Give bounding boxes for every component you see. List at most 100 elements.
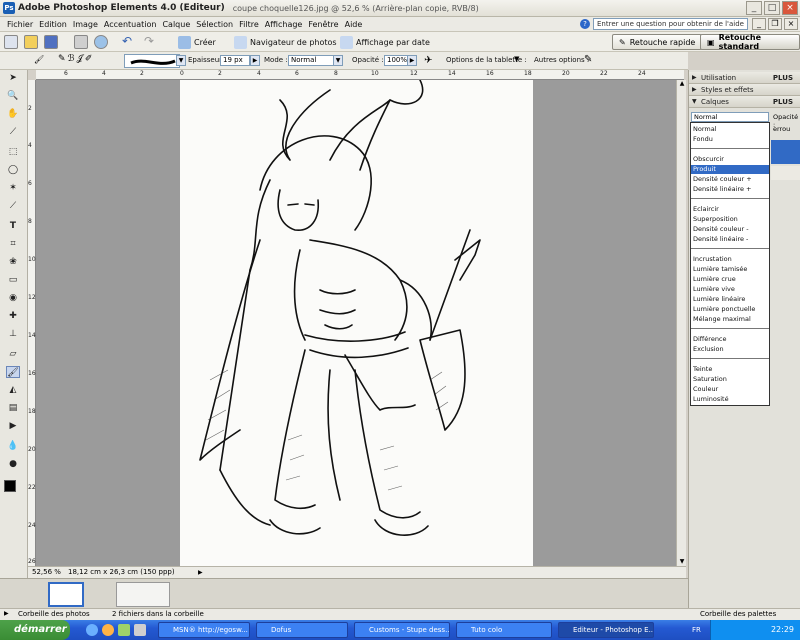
magic-wand-icon[interactable]: ✶ [6, 182, 20, 194]
maximize-button[interactable]: □ [764, 1, 780, 15]
blend-option[interactable]: Densité linéaire - [693, 235, 748, 244]
menu-affichage[interactable]: Affichage [262, 20, 306, 29]
utilisation-palette-header[interactable]: ▶ Utilisation PLUS [689, 72, 800, 84]
gradient-tool-icon[interactable]: ▤ [6, 402, 20, 414]
brush-tool-icon[interactable]: 🖌 [34, 55, 46, 67]
thickness-input[interactable]: 19 px [220, 55, 250, 66]
help-search-input[interactable]: Entrer une question pour obtenir de l'ai… [593, 18, 748, 30]
blend-option[interactable]: Lumière tamisée [693, 265, 747, 274]
blur-tool-icon[interactable]: 💧 [6, 440, 20, 452]
opacity-input[interactable]: 100% [384, 55, 408, 66]
blend-option[interactable]: Incrustation [693, 255, 732, 264]
open-folder-icon[interactable] [24, 35, 38, 49]
blend-option[interactable]: Différence [693, 335, 727, 344]
sponge-tool-icon[interactable]: ● [6, 458, 20, 470]
redo-icon[interactable]: ↷ [144, 35, 158, 49]
close-button[interactable]: × [782, 1, 798, 15]
menu-selection[interactable]: Sélection [193, 20, 236, 29]
share-icon[interactable] [94, 35, 108, 49]
blend-option[interactable]: Mélange maximal [693, 315, 751, 324]
expand-bin-icon[interactable]: ▶ [4, 610, 9, 617]
doc-minimize-button[interactable]: _ [752, 18, 766, 30]
type-tool-icon[interactable]: T [6, 220, 20, 232]
lasso-tool-icon[interactable]: ◯ [6, 164, 20, 176]
marquee-tool-icon[interactable]: ⬚ [6, 146, 20, 158]
mode-select[interactable]: Normal [288, 55, 334, 66]
blend-option[interactable]: Normal [693, 125, 717, 134]
blend-option[interactable]: Eclaircir [693, 205, 719, 214]
blend-option[interactable]: Densité linéaire + [693, 185, 752, 194]
more-button[interactable]: PLUS [773, 96, 793, 108]
blend-mode-select[interactable]: Normal [691, 112, 769, 122]
cookie-cutter-icon[interactable]: ❀ [6, 256, 20, 268]
blend-option[interactable]: Saturation [693, 375, 727, 384]
print-icon[interactable] [74, 35, 88, 49]
clone-stamp-icon[interactable]: ⊥ [6, 328, 20, 340]
blend-option[interactable]: Lumière ponctuelle [693, 305, 755, 314]
quicklaunch-msn-icon[interactable] [118, 624, 130, 636]
brush-tool-selected-icon[interactable]: 🖌 [6, 366, 20, 378]
scroll-down-arrow[interactable]: ▼ [678, 558, 686, 566]
photo-thumbnail[interactable] [116, 582, 170, 607]
blend-option[interactable]: Lumière vive [693, 285, 735, 294]
language-indicator[interactable]: FR [692, 626, 701, 634]
task-msn[interactable]: MSN® http://egosw... [158, 622, 250, 638]
healing-brush-icon[interactable]: ✚ [6, 310, 20, 322]
undo-icon[interactable]: ↶ [122, 35, 136, 49]
mode-dropdown[interactable]: ▼ [333, 55, 343, 66]
eraser-tool-icon[interactable]: ▱ [6, 348, 20, 360]
menu-aide[interactable]: Aide [342, 20, 366, 29]
brush-preset-dropdown[interactable]: ▼ [176, 55, 186, 66]
palette-bin-label[interactable]: Corbeille des palettes [700, 610, 776, 618]
blend-option[interactable]: Luminosité [693, 395, 729, 404]
blend-option-selected[interactable]: Produit [691, 165, 769, 174]
paint-bucket-icon[interactable]: ◭ [6, 384, 20, 396]
blend-option[interactable]: Densité couleur - [693, 225, 749, 234]
blend-option[interactable]: Couleur [693, 385, 718, 394]
task-tuto-colo[interactable]: Tuto colo [456, 622, 552, 638]
menu-fenetre[interactable]: Fenêtre [305, 20, 341, 29]
document-canvas[interactable] [180, 80, 533, 566]
eyedropper-icon[interactable]: ⟋ [6, 126, 20, 138]
photo-bin-label[interactable]: Corbeille des photos [18, 610, 90, 618]
task-photoshop[interactable]: Editeur - Photoshop E... [558, 622, 654, 638]
date-view-button[interactable]: Affichage par date [340, 34, 430, 50]
create-button[interactable]: Créer [178, 34, 216, 50]
blend-option[interactable]: Obscurcir [693, 155, 724, 164]
task-dofus[interactable]: Dofus [256, 622, 348, 638]
menu-edition[interactable]: Edition [36, 20, 70, 29]
airbrush-icon[interactable]: ✈ [424, 55, 432, 66]
menu-filtre[interactable]: Filtre [236, 20, 262, 29]
thickness-dropdown[interactable]: ▶ [250, 55, 260, 66]
blend-option[interactable]: Fondu [693, 135, 713, 144]
opacity-dropdown[interactable]: ▶ [407, 55, 417, 66]
new-file-icon[interactable] [4, 35, 18, 49]
doc-restore-button[interactable]: ❐ [768, 18, 782, 30]
menu-calque[interactable]: Calque [159, 20, 193, 29]
tablet-options-dropdown[interactable]: ▼ [514, 55, 519, 63]
hand-tool-icon[interactable]: ✋ [6, 108, 20, 120]
move-tool-icon[interactable]: ➤ [6, 72, 20, 84]
blend-option[interactable]: Superposition [693, 215, 738, 224]
more-button[interactable]: PLUS [773, 72, 793, 84]
blend-option[interactable]: Lumière crue [693, 275, 736, 284]
scroll-up-arrow[interactable]: ▲ [678, 80, 686, 88]
styles-palette-header[interactable]: ▶ Styles et effets [689, 84, 800, 96]
quicklaunch-firefox-icon[interactable] [102, 624, 114, 636]
vertical-scrollbar[interactable]: ▲ ▼ [676, 80, 686, 566]
blend-option[interactable]: Densité couleur + [693, 175, 752, 184]
menu-fichier[interactable]: Fichier [4, 20, 36, 29]
crop-tool-icon[interactable]: ⌗ [6, 238, 20, 250]
menu-accentuation[interactable]: Accentuation [101, 20, 160, 29]
status-menu-arrow[interactable]: ▶ [198, 569, 206, 577]
quick-fix-button[interactable]: ✎ Retouche rapide [612, 34, 703, 50]
quicklaunch-ie-icon[interactable] [86, 624, 98, 636]
menu-image[interactable]: Image [70, 20, 101, 29]
zoom-tool-icon[interactable]: 🔍 [6, 90, 20, 102]
shape-tool-icon[interactable]: ▶ [6, 420, 20, 432]
selection-brush-icon[interactable]: ⟋ [6, 200, 20, 212]
save-icon[interactable] [44, 35, 58, 49]
doc-close-button[interactable]: × [784, 18, 798, 30]
clock[interactable]: 22:29 [771, 625, 794, 634]
blend-option[interactable]: Exclusion [693, 345, 724, 354]
